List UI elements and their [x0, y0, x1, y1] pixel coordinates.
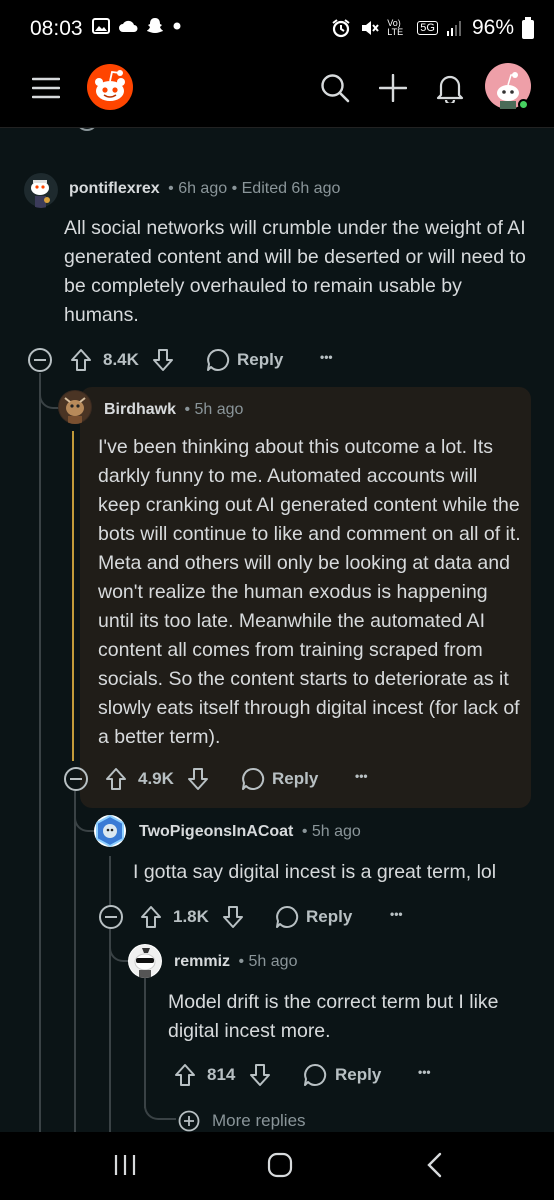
collapse-icon[interactable]: [27, 347, 53, 373]
reply-button[interactable]: Reply: [335, 1065, 381, 1085]
menu-icon[interactable]: [32, 77, 60, 99]
upvote-icon[interactable]: [140, 905, 162, 929]
comment-timestamp: • 5h ago: [184, 401, 244, 418]
comment-body: All social networks will crumble under t…: [64, 217, 526, 326]
comment-author[interactable]: pontiflexrex: [69, 180, 160, 197]
comment-timestamp: • 6h ago • Edited 6h ago: [168, 180, 341, 197]
dot-icon: [173, 22, 181, 30]
upvote-icon[interactable]: [70, 348, 92, 372]
comment-thread: pontiflexrex • 6h ago • Edited 6h ago Al…: [0, 128, 554, 1132]
cloud-icon: [119, 20, 138, 32]
status-bar: 08:03 Vo) LTE 5G 96%: [0, 0, 554, 58]
upvote-icon[interactable]: [175, 963, 197, 987]
snapchat-icon: [147, 18, 163, 33]
vote-count: 814: [207, 1065, 236, 1084]
thread-branch: [144, 1088, 176, 1120]
comment-body: Model drift is the correct term but I li…: [168, 991, 499, 1042]
online-status-dot: [518, 99, 529, 110]
network-label: 5G: [417, 21, 438, 35]
mute-icon: [362, 21, 380, 35]
thread-line: [109, 856, 111, 906]
reply-button[interactable]: Reply: [272, 769, 318, 789]
downvote-icon[interactable]: [249, 1063, 271, 1087]
avatar[interactable]: [23, 172, 59, 208]
more-options-button[interactable]: •••: [355, 769, 368, 783]
reddit-logo[interactable]: [86, 63, 134, 111]
downvote-icon[interactable]: [152, 348, 174, 372]
more-options-button[interactable]: •••: [390, 907, 403, 921]
search-icon[interactable]: [320, 73, 350, 103]
vote-count: 4.9K: [138, 769, 174, 788]
plus-icon[interactable]: [379, 74, 407, 102]
back-icon[interactable]: [425, 1152, 443, 1178]
upvote-icon[interactable]: [105, 767, 127, 791]
upvote-icon[interactable]: [174, 1063, 196, 1087]
volte-label: Vo) LTE: [387, 18, 404, 37]
downvote-icon[interactable]: [222, 905, 244, 929]
avatar[interactable]: [94, 815, 126, 847]
collapse-icon[interactable]: [76, 128, 98, 134]
more-options-button[interactable]: •••: [418, 1065, 431, 1079]
home-icon[interactable]: [267, 1152, 293, 1178]
comment-body: I've been thinking about this outcome a …: [98, 436, 521, 748]
collapse-icon[interactable]: [98, 904, 124, 930]
bell-icon[interactable]: [436, 73, 464, 103]
comment-timestamp: • 5h ago: [238, 953, 298, 970]
reply-icon[interactable]: [303, 1063, 327, 1087]
vote-count: 8.4K: [103, 350, 139, 369]
app-header: [0, 58, 554, 128]
reply-button[interactable]: Reply: [237, 350, 283, 370]
vote-count: 1.8K: [173, 907, 209, 926]
battery-icon: [522, 17, 534, 39]
avatar[interactable]: [128, 944, 162, 978]
thread-line-highlight: [72, 431, 74, 761]
reply-icon[interactable]: [275, 905, 299, 929]
avatar[interactable]: [58, 390, 92, 424]
comment-author[interactable]: TwoPigeonsInACoat: [139, 823, 293, 840]
alarm-icon: [332, 19, 350, 38]
thread-line: [74, 791, 76, 1132]
status-time: 08:03: [30, 17, 83, 40]
collapse-icon[interactable]: [63, 766, 89, 792]
recent-apps-icon[interactable]: [113, 1154, 137, 1176]
downvote-icon[interactable]: [187, 767, 209, 791]
expand-plus-icon[interactable]: [178, 1110, 200, 1132]
reply-icon[interactable]: [206, 348, 230, 372]
gallery-icon: [92, 18, 110, 34]
thread-branch: [109, 930, 129, 962]
comment-author[interactable]: Birdhawk: [104, 401, 176, 418]
thread-line: [39, 373, 41, 1132]
signal-icon: [446, 21, 461, 36]
more-options-button[interactable]: •••: [320, 350, 333, 364]
comment-timestamp: • 5h ago: [301, 823, 361, 840]
thread-branch: [74, 792, 94, 832]
more-replies-link[interactable]: More replies: [212, 1111, 306, 1131]
reply-button[interactable]: Reply: [306, 907, 352, 927]
system-nav-bar: [0, 1132, 554, 1200]
battery-percent: 96%: [471, 16, 514, 39]
reply-icon[interactable]: [241, 767, 265, 791]
comment-body: I gotta say digital incest is a great te…: [133, 861, 497, 883]
thread-line: [109, 929, 111, 1132]
